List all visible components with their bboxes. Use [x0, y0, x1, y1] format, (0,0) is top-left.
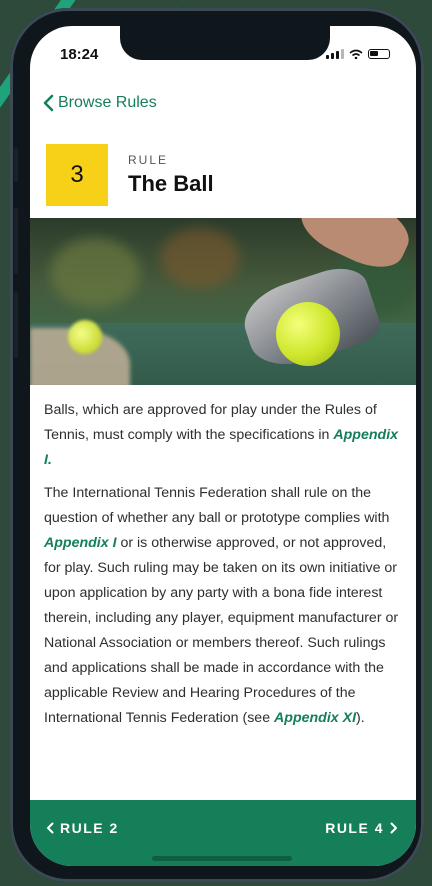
rule-label: RULE: [128, 153, 169, 167]
next-rule-label: RULE 4: [325, 820, 384, 836]
appendix-link[interactable]: Appendix XI: [274, 710, 356, 726]
rule-header: 3 RULE The Ball: [46, 144, 406, 206]
background-stripe: [176, 0, 246, 1]
appendix-link[interactable]: Appendix I: [44, 535, 117, 551]
volume-down-button: [14, 292, 18, 358]
chevron-left-icon: [47, 822, 54, 834]
battery-icon: [368, 48, 390, 59]
chevron-left-icon: [43, 94, 54, 112]
previous-rule-button[interactable]: RULE 2: [46, 820, 119, 836]
back-button[interactable]: Browse Rules: [42, 94, 157, 112]
previous-rule-label: RULE 2: [60, 820, 119, 836]
notch: [120, 26, 330, 60]
rule-number-badge: 3: [46, 144, 108, 206]
back-button-label: Browse Rules: [58, 94, 157, 111]
signal-icon: [326, 48, 344, 59]
tennis-ball-image: [276, 302, 340, 366]
app-screen: 18:24 Browse Rules 3 RULE The Ball Balls…: [30, 26, 416, 866]
background-stripe: [216, 0, 316, 1]
tennis-ball-image: [68, 320, 102, 354]
status-time: 18:24: [60, 46, 99, 63]
rule-paragraph: Balls, which are approved for play under…: [44, 402, 399, 468]
status-icons: [326, 48, 390, 59]
rule-paragraph: The International Tennis Federation shal…: [44, 485, 399, 726]
next-rule-button[interactable]: RULE 4: [325, 820, 398, 836]
volume-up-button: [14, 208, 18, 274]
rule-title: The Ball: [128, 171, 214, 196]
rule-nav-footer: RULE 2 RULE 4: [30, 800, 416, 866]
rule-body: Balls, which are approved for play under…: [44, 398, 402, 739]
chevron-right-icon: [390, 822, 397, 834]
wifi-icon: [349, 49, 363, 59]
mute-switch: [14, 148, 18, 182]
home-indicator[interactable]: [152, 856, 292, 861]
hero-image: [30, 218, 416, 385]
